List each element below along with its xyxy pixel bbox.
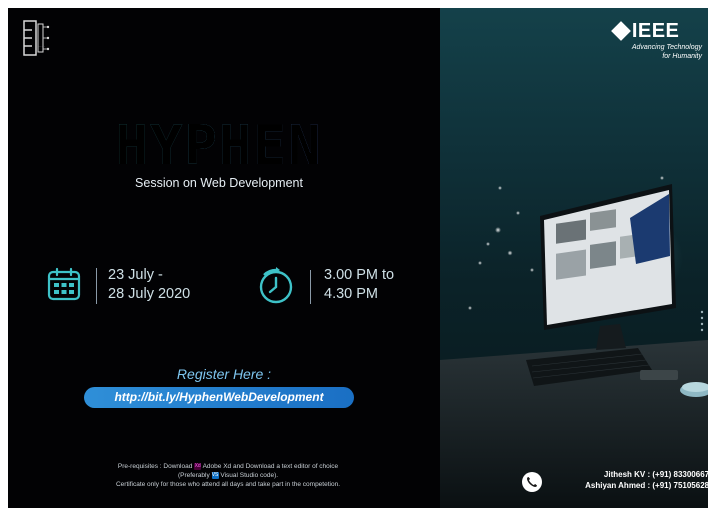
event-title: HYPHEN: [104, 116, 334, 176]
contact-item: Jithesh KV : (+91) 8330066779: [603, 470, 708, 479]
contact-list: Jithesh KV : (+91) 8330066779 Ashiyan Ah…: [548, 469, 708, 491]
event-time-end: 4.30 PM: [324, 286, 378, 302]
poster-left-panel: ...... HYPHEN HYPHEN Session on Web Deve…: [8, 8, 440, 508]
side-ornament: [700, 310, 704, 332]
desk-setup-photo: [440, 176, 708, 508]
prerequisites-note: Pre-requisites : Download Xd Adobe Xd an…: [38, 462, 418, 489]
ieee-tagline-line-2: for Humanity: [662, 53, 702, 60]
phone-icon: [522, 472, 542, 492]
ieee-tagline-line-1: Advancing Technology: [631, 44, 702, 51]
monitor: [540, 184, 676, 350]
event-time: 3.00 PM to 4.30 PM: [324, 266, 394, 304]
prereq-text-4: Visual Studio code).: [220, 472, 279, 479]
mouse-pad: [640, 370, 678, 380]
event-subtitle: Session on Web Development: [135, 176, 303, 190]
adobe-xd-icon: Xd: [194, 462, 202, 470]
prerequisites-line-2: (Preferably VS Visual Studio code).: [38, 471, 418, 480]
event-date-start: 23 July -: [108, 267, 163, 283]
prereq-text-1: Pre-requisites : Download: [117, 463, 193, 470]
club-logo-icon: [23, 20, 50, 56]
event-date-end: 28 July 2020: [108, 286, 191, 302]
poster: ...... HYPHEN HYPHEN Session on Web Deve…: [8, 8, 708, 508]
event-time-start: 3.00 PM to: [324, 267, 395, 283]
event-date: 23 July - 28 July 2020: [108, 266, 190, 304]
register-label: Register Here :: [176, 366, 272, 382]
club-logo-caption: ......: [38, 44, 45, 48]
time-divider: [310, 270, 311, 304]
prerequisites-line-1: Pre-requisites : Download Xd Adobe Xd an…: [38, 462, 418, 471]
event-title-block: HYPHEN HYPHEN: [104, 116, 334, 180]
contact-item: Ashiyan Ahmed : (+91) 7510562822: [585, 481, 708, 490]
calendar-icon: [47, 267, 81, 301]
prereq-text-2: Adobe Xd and Download a text editor of c…: [202, 463, 339, 470]
vs-code-icon: VS: [211, 471, 219, 479]
ieee-logo: IEEE Advancing Technology for Humanity: [610, 20, 702, 61]
certificate-note: Certificate only for those who attend al…: [115, 481, 341, 488]
poster-photo-panel: IEEE Advancing Technology for Humanity J…: [440, 8, 708, 508]
ieee-wordmark: IEEE: [631, 20, 680, 42]
registration-link[interactable]: http://bit.ly/HyphenWebDevelopment: [84, 387, 354, 408]
ieee-tagline: Advancing Technology for Humanity: [632, 43, 702, 61]
date-divider: [96, 268, 97, 304]
clock-icon: [259, 267, 293, 304]
prereq-text-3: (Preferably: [177, 472, 210, 479]
